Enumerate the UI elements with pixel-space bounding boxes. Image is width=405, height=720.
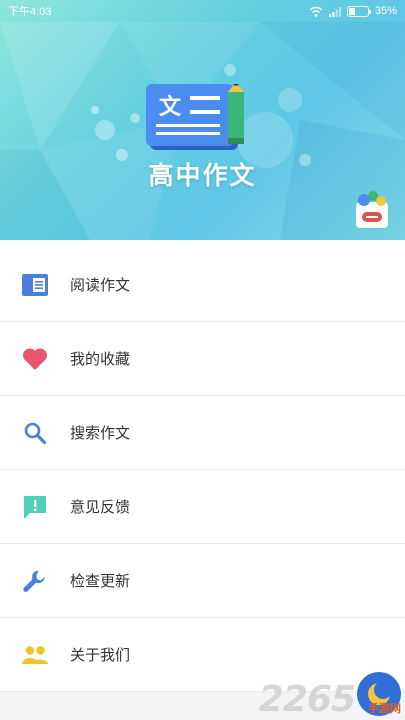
menu-item-read[interactable]: 阅读作文 [0,248,405,322]
app-title: 高中作文 [148,161,257,190]
menu-label: 检查更新 [70,572,131,590]
app-logo: 文 [146,84,244,150]
site-watermark: 2265 手游网 [259,672,401,720]
menu-label: 意见反馈 [70,498,131,516]
watermark-site: 手游网 [368,702,401,715]
watermark-number: 2265 [258,679,356,720]
menu-label: 关于我们 [70,646,131,664]
mini-app-icon [356,191,388,228]
menu-label: 我的收藏 [70,350,131,368]
menu-item-update[interactable]: 检查更新 [0,544,405,618]
menu-label: 阅读作文 [70,276,131,294]
signal-icon [328,6,341,17]
battery-percent: 35% [374,5,397,17]
status-time: 下午4:03 [8,6,52,18]
people-icon [21,641,49,669]
menu-item-favorites[interactable]: 我的收藏 [0,322,405,396]
heart-icon [21,345,49,373]
battery-icon [346,5,371,17]
menu-label: 搜索作文 [70,424,131,442]
menu-item-feedback[interactable]: 意见反馈 [0,470,405,544]
feedback-icon [21,493,49,521]
wrench-icon [21,567,49,595]
search-icon [21,419,49,447]
book-icon [21,271,49,299]
status-bar: 下午4:03 35% [0,0,405,22]
menu-item-search[interactable]: 搜索作文 [0,396,405,470]
header-banner: 下午4:03 35% 文 高中作文 [0,0,405,240]
logo-glyph: 文 [159,94,182,120]
wifi-icon [309,6,323,17]
side-menu: 阅读作文 我的收藏 搜索作文 意见反馈 检查更新 关于我们 [0,248,405,692]
